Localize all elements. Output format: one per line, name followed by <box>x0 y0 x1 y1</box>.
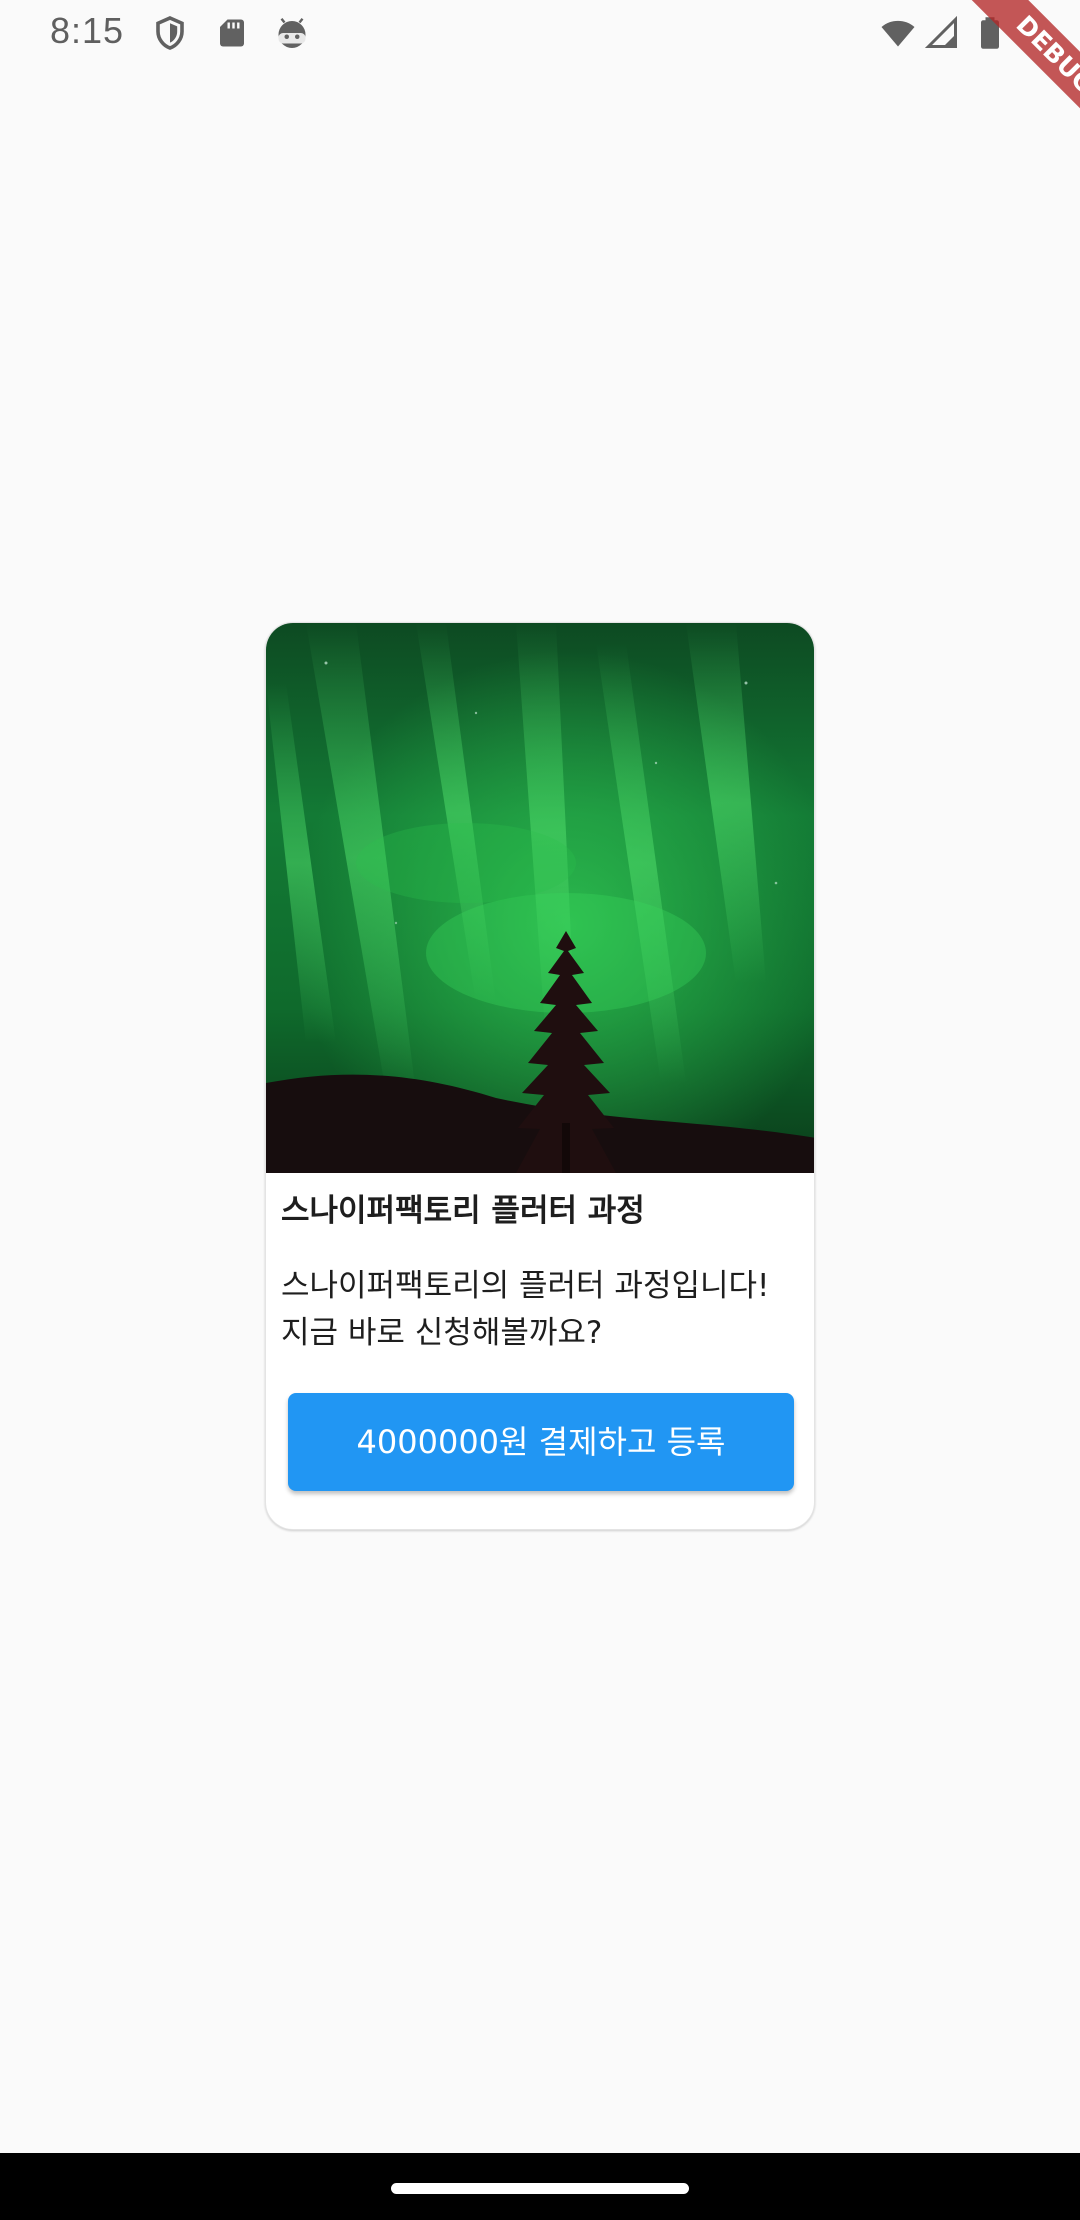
status-time: 8:15 <box>50 10 125 51</box>
sd-card-icon <box>214 15 250 51</box>
wifi-icon <box>880 15 916 51</box>
shield-icon <box>152 15 188 51</box>
debug-banner-label: DEBUG <box>959 0 1080 150</box>
debug-banner: DEBUG <box>930 0 1080 150</box>
aurora-tree-image <box>266 623 814 1173</box>
card-description: 스나이퍼팩토리의 플러터 과정입니다! 지금 바로 신청해볼까요? <box>281 1268 770 1351</box>
card-title: 스나이퍼팩토리 플러터 과정 <box>281 1193 645 1229</box>
android-face-icon <box>274 15 310 51</box>
home-indicator[interactable] <box>391 2183 689 2194</box>
status-bar: 8:15 <box>0 0 1080 66</box>
pay-and-register-button[interactable]: 4000000원 결제하고 등록 <box>288 1393 794 1491</box>
course-card: 스나이퍼팩토리 플러터 과정 스나이퍼팩토리의 플러터 과정입니다! 지금 바로… <box>265 622 815 1530</box>
navigation-bar <box>0 2153 1080 2220</box>
